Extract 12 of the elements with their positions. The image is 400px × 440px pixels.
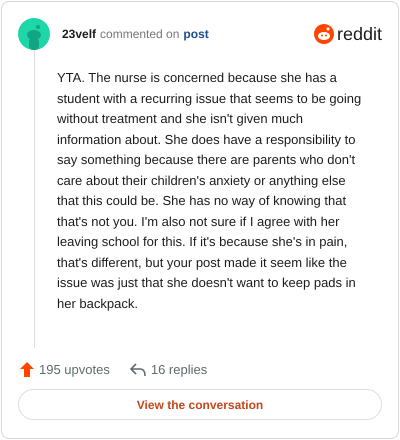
reddit-logo-icon <box>314 24 334 44</box>
reply-arrow-icon <box>130 362 146 376</box>
view-conversation-button[interactable]: View the conversation <box>18 389 382 420</box>
avatar-icon <box>18 18 50 50</box>
reply-count: 16 replies <box>150 362 208 377</box>
post-link[interactable]: post <box>183 27 209 41</box>
upvote-count: 195 upvotes <box>39 362 110 377</box>
brand-name: reddit <box>336 24 382 44</box>
author-name[interactable]: 23velf <box>62 27 96 41</box>
action-text: commented on <box>100 27 180 41</box>
comment-text: YTA. The nurse is concerned because she has a student with a recurring issue that seems to be going without treatment and she isn't given much information about. She does have a responsibility to say something because there are parents who don't care about their children's anxiety or anything else that this could be. She has no way of knowing that that's not you. I'm also not sure if I agree with her leaving school for this. If it's because she's in pain, that's different, but your post made it seem like the issue was just that she doesn't want to keep pads in her backpack. <box>57 69 362 313</box>
upvote-arrow-icon <box>20 362 34 377</box>
